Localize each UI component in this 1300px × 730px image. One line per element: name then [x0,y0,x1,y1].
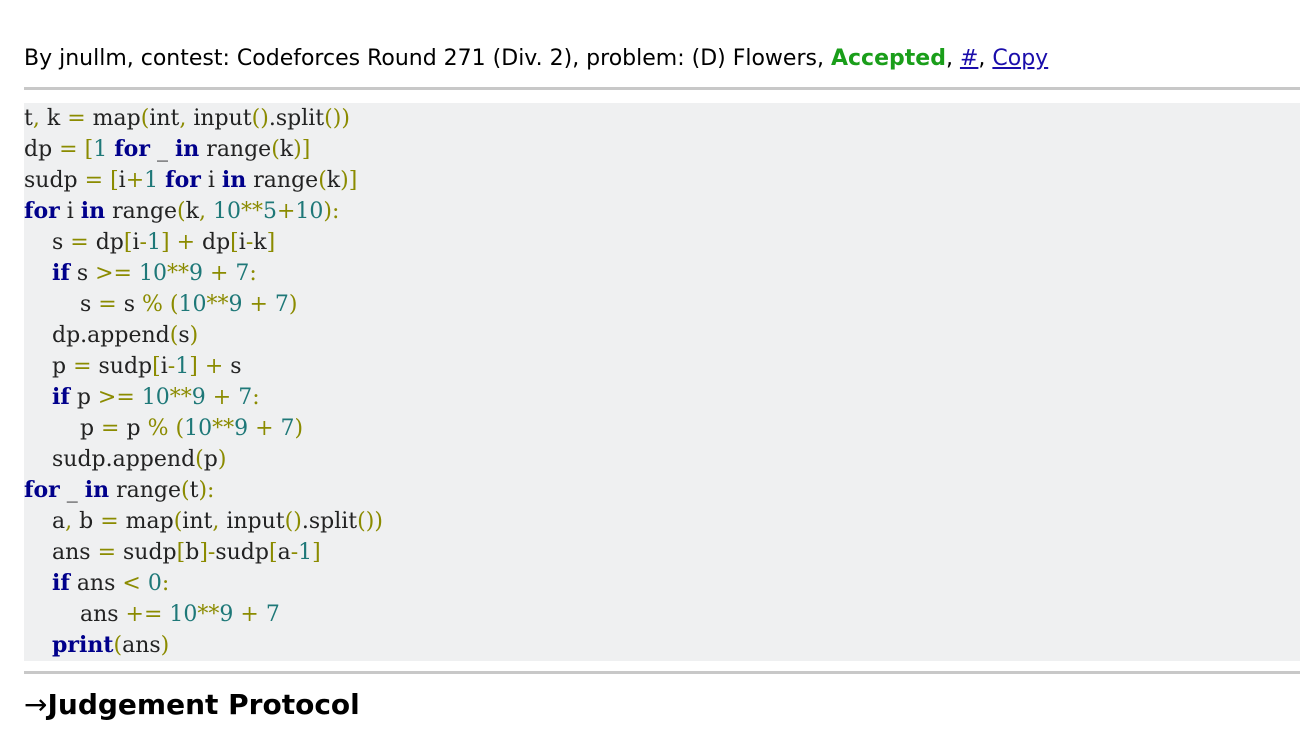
submission-page: By jnullm, contest: Codeforces Round 271… [0,0,1300,730]
code-line: dp = [1 for _ in range(k)] [24,136,311,162]
verdict-badge: Accepted [830,46,946,71]
submission-header: By jnullm, contest: Codeforces Round 271… [24,44,1048,74]
code-line: s = s % (10**9 + 7) [79,292,298,317]
code-line: s = dp[i-1] + dp[i-k] [51,230,276,255]
problem-prefix: , problem: [572,46,692,71]
anchor-link[interactable]: # [960,46,978,71]
copy-link[interactable]: Copy [992,46,1048,71]
contest-name: Codeforces Round 271 (Div. 2) [236,46,573,71]
arrow-right-icon: → [24,688,48,721]
by-prefix: By [24,46,60,71]
code-line: ans = sudp[b]-sudp[a-1] [51,540,321,565]
code-line: p = p % (10**9 + 7) [79,416,304,441]
code-line: sudp = [i+1 for i in range(k)] [24,167,358,193]
author-name: jnullm [59,46,127,71]
source-code-block[interactable]: t, k = map(int, input().split()) dp = [1 … [24,103,1300,661]
judgement-protocol-title: Judgement Protocol [47,688,360,721]
code-line: ans += 10**9 + 7 [79,602,280,627]
code-line: if p >= 10**9 + 7: [51,384,260,410]
code-line: a, b = map(int, input().split()) [51,509,383,534]
contest-prefix: , contest: [126,46,237,71]
bottom-divider [24,671,1300,674]
code-line: p = sudp[i-1] + s [51,354,242,379]
separator: , [945,46,960,71]
code-line: sudp.append(p) [51,447,227,472]
judgement-protocol-toggle[interactable]: →Judgement Protocol [24,685,360,725]
code-line: if s >= 10**9 + 7: [51,260,257,286]
code-line: for _ in range(t): [24,477,215,503]
separator: , [978,46,993,71]
code-line: if ans < 0: [51,570,170,596]
separator: , [816,46,831,71]
top-divider [24,87,1300,90]
problem-name: (D) Flowers [691,46,817,71]
code-line: dp.append(s) [51,323,199,348]
code-line: print(ans) [51,632,170,658]
code-line: for i in range(k, 10**5+10): [24,198,340,224]
code-line: t, k = map(int, input().split()) [24,106,350,131]
